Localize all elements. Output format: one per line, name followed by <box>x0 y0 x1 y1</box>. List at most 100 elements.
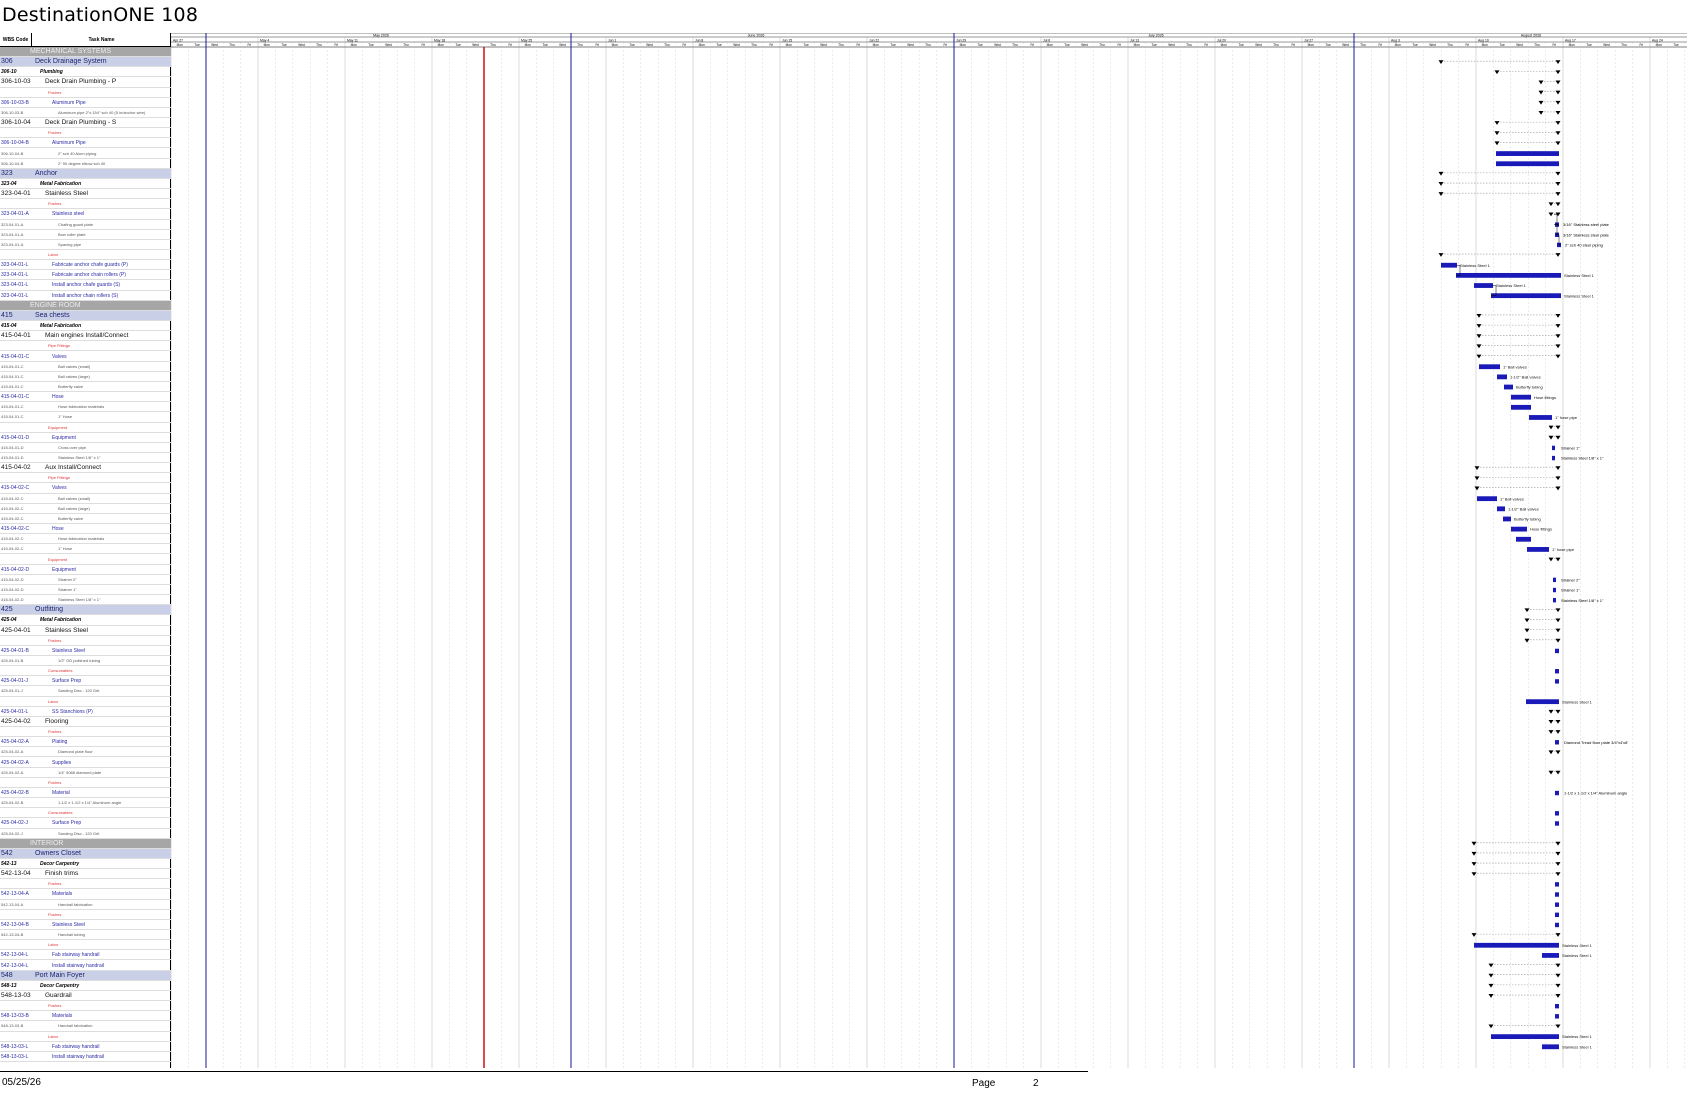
task-row[interactable]: 323 Anchor <box>0 168 171 179</box>
task-row[interactable]: 425-04-01-B Stainless Steel <box>0 646 171 656</box>
task-row[interactable]: 415-04-02-C Hose fabrication materials <box>0 534 171 545</box>
task-row[interactable]: 425-04-02-B 1-1/2 x 1-1/2 x 1/4" Aluminum… <box>0 798 171 809</box>
task-row[interactable]: Labor <box>0 940 171 951</box>
task-row[interactable]: 306-10 Plumbing <box>0 67 171 78</box>
task-row[interactable]: 548-13-03-B Materials <box>0 1011 171 1022</box>
task-row[interactable]: 425-04-01-J Surface Prep <box>0 676 171 687</box>
task-row[interactable]: Pushes <box>0 128 171 139</box>
task-row[interactable]: 415-04-01-C 1" Hose <box>0 412 171 423</box>
task-row[interactable]: Pushes <box>0 778 171 788</box>
task-row[interactable]: Pushes <box>0 88 171 98</box>
task-row[interactable]: 415-04-01-C Ball valves (small) <box>0 362 171 372</box>
task-row[interactable]: 425-04-02 Flooring <box>0 717 171 728</box>
task-row[interactable]: MECHANICAL SYSTEMS <box>0 47 171 58</box>
task-row[interactable]: 548-13-03-L Install stairway handrail <box>0 1052 171 1062</box>
task-row[interactable]: 415-04-01-C Hose <box>0 392 171 403</box>
task-row[interactable]: 425-04-02-A Plating <box>0 737 171 748</box>
task-row[interactable]: 425-04-02-J Surface Prep <box>0 818 171 829</box>
task-row[interactable]: Pushes <box>0 910 171 920</box>
task-row[interactable]: 323-04-01-A Chafing guard plate <box>0 220 171 230</box>
task-row[interactable]: INTERIOR <box>0 838 171 849</box>
task-row[interactable]: 306-10-03 Deck Drain Plumbing - P <box>0 77 171 88</box>
task-row[interactable]: Labor <box>0 697 171 707</box>
task-row[interactable]: Pushes <box>0 199 171 210</box>
task-row[interactable]: 415-04-02-D Stainless Steel 1/8" x 1" <box>0 595 171 606</box>
task-row[interactable]: 323-04-01-A Bow roller plate <box>0 230 171 240</box>
task-row[interactable]: 415-04-02-D Equipment <box>0 565 171 575</box>
task-row[interactable]: 542-13-04-L Fab stairway handrail <box>0 950 171 961</box>
task-row[interactable]: 425-04-01-L SS Stanchions (P) <box>0 707 171 717</box>
task-row[interactable]: Pipe Fittings <box>0 473 171 484</box>
task-row[interactable]: 415 Sea chests <box>0 310 171 322</box>
task-row[interactable]: 548-13-03-B Handrail fabrication <box>0 1021 171 1032</box>
task-row[interactable]: 548-13-03-L Fab stairway handrail <box>0 1042 171 1052</box>
task-row[interactable]: 548-13-03 Guardrail <box>0 991 171 1002</box>
task-row[interactable]: Equipment <box>0 423 171 433</box>
task-row[interactable]: 542 Owners Closet <box>0 848 171 859</box>
task-row[interactable]: 542-13-04-B Stainless Steel <box>0 920 171 931</box>
task-row[interactable]: 415-04-02-C 1" Hose <box>0 544 171 555</box>
task-row[interactable]: 415-04-01-C Butterfly valve <box>0 382 171 393</box>
task-row[interactable]: Pushes <box>0 636 171 646</box>
task-row[interactable]: 548 Port Main Foyer <box>0 970 171 981</box>
task-row[interactable]: 415-04-01-C Ball valves (large) <box>0 372 171 382</box>
task-row[interactable]: 415-04-01-C Hose fabrication materials <box>0 402 171 413</box>
task-row[interactable]: 415-04-02-C Valves <box>0 483 171 494</box>
task-row[interactable]: 415-04-02-C Ball valves (small) <box>0 494 171 504</box>
task-row[interactable]: 415-04-02-C Butterfly valve <box>0 514 171 525</box>
task-row[interactable]: 323-04-01-A Stainless steel <box>0 209 171 220</box>
task-row[interactable]: 306 Deck Drainage System <box>0 57 171 68</box>
task-row[interactable]: 542-13-04-A Handrail fabrication <box>0 900 171 910</box>
task-row[interactable]: 425-04-02-A 1/4" 5086 diamond plate <box>0 768 171 778</box>
task-row[interactable]: 425-04-01 Stainless Steel <box>0 626 171 636</box>
task-row[interactable]: 542-13-04-B Handrail tubing <box>0 930 171 941</box>
task-row[interactable]: 415-04-02-C Ball valves (large) <box>0 504 171 514</box>
task-row[interactable]: 323-04-01-L Fabricate anchor chafe guards… <box>0 260 171 271</box>
task-row[interactable]: 415-04-01 Main engines Install/Connect <box>0 331 171 342</box>
task-row[interactable]: 306-10-04-B 2" 90 degree elbow sch 40 <box>0 159 171 169</box>
task-row[interactable]: Labor <box>0 1032 171 1042</box>
task-row[interactable]: 425-04-02-A Supplies <box>0 758 171 768</box>
task-row[interactable]: 306-10-03-B Aluminum pipe 2"x.154" sch 40… <box>0 108 171 119</box>
task-row[interactable]: 542-13-04-L Install stairway handrail <box>0 961 171 971</box>
task-row[interactable]: 425-04-02-A Diamond plate floor <box>0 747 171 758</box>
task-row[interactable]: Pipe Fittings <box>0 341 171 352</box>
task-row[interactable]: 425-04-01-B 1/2" OD polished tubing <box>0 656 171 667</box>
task-row[interactable]: 415-04-02-D Strainer 1" <box>0 585 171 596</box>
task-row[interactable]: 415-04-02 Aux Install/Connect <box>0 463 171 474</box>
task-row[interactable]: Equipment <box>0 555 171 565</box>
task-row[interactable]: 323-04-01-L Install anchor chafe guards (… <box>0 280 171 291</box>
task-row[interactable]: 425 Outfitting <box>0 605 171 616</box>
task-row[interactable]: 542-13-04-A Materials <box>0 889 171 900</box>
task-row[interactable]: 323-04-01-A Spacing pipe <box>0 240 171 250</box>
task-row[interactable]: 306-10-04-B Aluminum Pipe <box>0 138 171 149</box>
task-row[interactable]: 415-04-01-C Valves <box>0 352 171 362</box>
task-row[interactable]: 425-04-02-B Material <box>0 788 171 799</box>
task-row[interactable]: Pushes <box>0 879 171 890</box>
task-row[interactable]: 425-04-01-J Sanding Disc - 120 Grit <box>0 686 171 697</box>
task-row[interactable]: 425-04-02-J Sanding Disc - 120 Grit <box>0 829 171 839</box>
task-row[interactable]: 415-04-01-D Equipment <box>0 433 171 443</box>
task-row[interactable]: 415-04 Metal Fabrication <box>0 321 171 332</box>
task-row[interactable]: Labor <box>0 250 171 261</box>
task-row[interactable]: 415-04-02-C Hose <box>0 524 171 535</box>
task-row[interactable]: 542-13-04 Finish trims <box>0 869 171 880</box>
task-row[interactable]: 323-04 Metal Fabrication <box>0 179 171 190</box>
task-row[interactable]: 415-04-01-D Stainless Steel 1/8" x 1" <box>0 453 171 464</box>
task-row[interactable]: 548-13 Decor Carpentry <box>0 981 171 991</box>
task-row[interactable]: 323-04-01 Stainless Steel <box>0 189 171 200</box>
task-row[interactable]: 415-04-02-D Strainer 2" <box>0 575 171 585</box>
task-row[interactable]: 425-04 Metal Fabrication <box>0 615 171 626</box>
task-row[interactable]: 306-10-04 Deck Drain Plumbing - S <box>0 118 171 129</box>
task-row[interactable]: ENGINE ROOM <box>0 300 171 311</box>
task-row[interactable]: Pushes <box>0 727 171 738</box>
task-row[interactable]: 542-13 Decor Carpentry <box>0 859 171 870</box>
task-row[interactable]: Consumables <box>0 808 171 819</box>
task-row[interactable]: 306-10-03-B Aluminum Pipe <box>0 98 171 108</box>
task-row[interactable]: 306-10-04-B 2" sch 40 Alum piping <box>0 149 171 159</box>
task-row[interactable]: Pushes <box>0 1001 171 1012</box>
task-row[interactable]: 323-04-01-L Install anchor chain rollers … <box>0 291 171 301</box>
task-row[interactable]: 415-04-01-D Cross over pipe <box>0 443 171 453</box>
task-row[interactable]: 323-04-01-L Fabricate anchor chain roller… <box>0 270 171 281</box>
task-row[interactable]: Consumables <box>0 666 171 677</box>
